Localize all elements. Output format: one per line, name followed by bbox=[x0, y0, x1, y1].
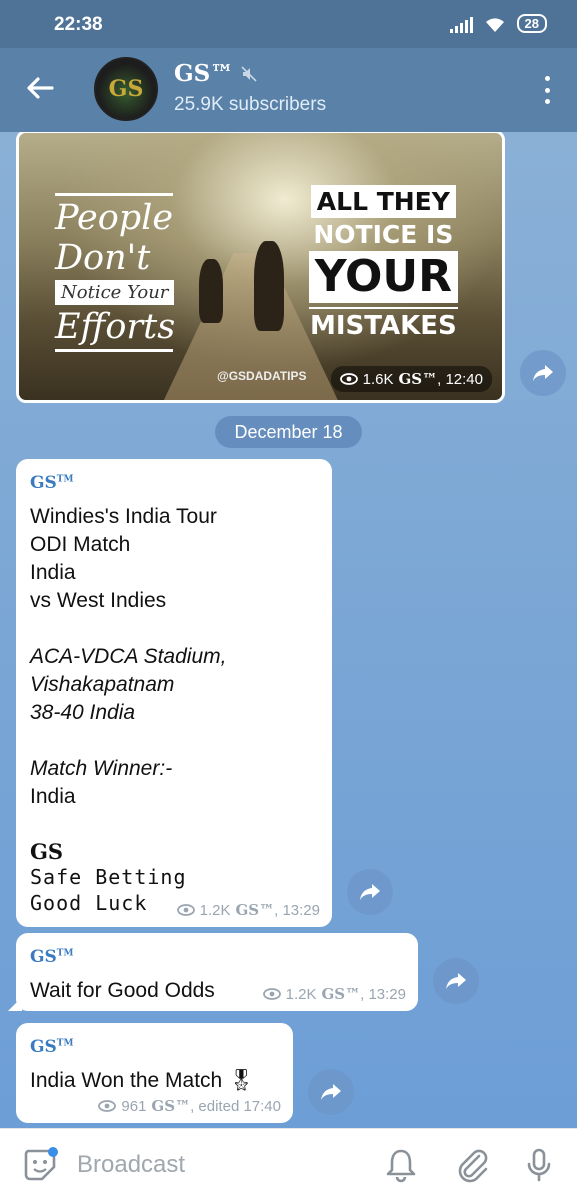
message-text-line: India bbox=[30, 785, 76, 808]
view-count: 1.2K bbox=[199, 901, 231, 919]
broadcast-input[interactable]: Broadcast bbox=[77, 1151, 185, 1179]
image-caption-right: ALL THEY NOTICE IS YOUR MISTAKES bbox=[308, 185, 458, 341]
message-meta: 1.6K GS™, 12:40 bbox=[330, 366, 492, 392]
message-sender: GSTM bbox=[30, 473, 74, 493]
message-text-line: Vishakapatnam bbox=[30, 673, 175, 696]
eye-icon bbox=[176, 904, 195, 916]
bell-icon[interactable] bbox=[383, 1147, 419, 1183]
eye-icon bbox=[98, 1100, 117, 1112]
image-text: NOTICE IS bbox=[313, 220, 454, 249]
image-text: ALL THEY bbox=[310, 185, 456, 218]
post-time: , 13:29 bbox=[274, 901, 320, 919]
wifi-icon bbox=[485, 17, 504, 32]
status-time: 22:38 bbox=[54, 14, 103, 35]
message-meta: 1.2K GS™, 13:29 bbox=[176, 901, 320, 919]
runner-figure bbox=[199, 259, 223, 323]
share-forward-icon[interactable] bbox=[347, 869, 393, 915]
input-bar: Broadcast bbox=[0, 1128, 577, 1200]
message-text-line: 38-40 India bbox=[30, 701, 136, 724]
view-count: 961 bbox=[121, 1097, 147, 1115]
channel-title-row[interactable]: GS™ bbox=[174, 60, 257, 87]
image-text: Don't bbox=[55, 238, 151, 278]
message-text-line: Match Winner:- bbox=[30, 757, 173, 780]
paperclip-icon[interactable] bbox=[455, 1147, 491, 1183]
message-sender: GSTM bbox=[30, 947, 74, 967]
signal-icon bbox=[449, 15, 473, 33]
arrow-left-icon[interactable] bbox=[22, 70, 58, 106]
view-count: 1.2K bbox=[285, 985, 317, 1003]
channel-avatar[interactable]: GS bbox=[94, 57, 158, 121]
post-author: GS™ bbox=[235, 901, 275, 919]
message-sender: GSTM bbox=[30, 1037, 74, 1057]
message-text-line: ODI Match bbox=[30, 533, 131, 556]
runner-figure bbox=[254, 241, 284, 331]
message-bubble[interactable]: GSTM Wait for Good Odds 1.2K GS™, 13:29 bbox=[8, 933, 418, 1011]
image-watermark: @GSDADATIPS bbox=[217, 369, 307, 383]
status-bar: 22:38 28 bbox=[0, 0, 577, 48]
message-text-line: vs West Indies bbox=[30, 589, 167, 612]
post-time: , 12:40 bbox=[437, 370, 483, 388]
bubble-tail bbox=[8, 997, 22, 1011]
channel-header: GS GS™ 25.9K subscribers bbox=[0, 48, 577, 132]
message-bubble[interactable]: GSTM India Won the Match 🎖 961 GS™, edit… bbox=[16, 1023, 293, 1123]
microphone-icon[interactable] bbox=[521, 1147, 557, 1183]
post-author: GS™ bbox=[321, 985, 361, 1003]
muted-speaker-icon bbox=[241, 65, 257, 82]
message-signature: GS bbox=[30, 839, 64, 864]
message-bubble[interactable]: GSTM Windies's India Tour ODI Match Indi… bbox=[16, 459, 332, 927]
photo-message[interactable]: People Don't Notice Your Efforts ALL THE… bbox=[16, 132, 505, 403]
image-text: YOUR bbox=[308, 251, 458, 303]
subscriber-count: 25.9K subscribers bbox=[174, 94, 327, 115]
message-meta: 1.2K GS™, 13:29 bbox=[262, 985, 406, 1003]
message-text-line: ACA-VDCA Stadium, bbox=[30, 645, 227, 668]
date-separator: December 18 bbox=[215, 416, 362, 448]
image-text: Notice Your bbox=[55, 280, 175, 305]
view-count: 1.6K bbox=[362, 370, 394, 388]
battery-indicator: 28 bbox=[516, 14, 547, 33]
share-forward-icon[interactable] bbox=[520, 350, 566, 396]
share-forward-icon[interactable] bbox=[308, 1069, 354, 1115]
channel-title: GS™ bbox=[174, 60, 234, 87]
eye-icon bbox=[262, 988, 281, 1000]
message-text-line: India bbox=[30, 561, 76, 584]
image-text: People bbox=[55, 198, 174, 238]
post-author: GS™ bbox=[151, 1097, 191, 1115]
message-text-line: Safe Betting bbox=[30, 865, 187, 889]
post-author: GS™ bbox=[398, 370, 438, 388]
eye-icon bbox=[339, 373, 358, 385]
post-time: , 13:29 bbox=[360, 985, 406, 1003]
image-caption-left: People Don't Notice Your Efforts bbox=[55, 191, 175, 354]
image-text: Efforts bbox=[55, 307, 176, 347]
message-text: India Won the Match 🎖 bbox=[30, 1069, 255, 1092]
post-time: , edited 17:40 bbox=[190, 1097, 281, 1115]
message-meta: 961 GS™, edited 17:40 bbox=[98, 1097, 281, 1115]
sticker-icon[interactable] bbox=[22, 1147, 58, 1183]
more-vertical-icon[interactable] bbox=[543, 76, 551, 104]
avatar-logo-text: GS bbox=[108, 76, 144, 102]
message-list[interactable]: People Don't Notice Your Efforts ALL THE… bbox=[0, 132, 577, 1128]
image-text: MISTAKES bbox=[308, 307, 458, 341]
message-text-line: Windies's India Tour bbox=[30, 505, 217, 528]
status-icons: 28 bbox=[449, 14, 547, 33]
share-forward-icon[interactable] bbox=[433, 958, 479, 1004]
